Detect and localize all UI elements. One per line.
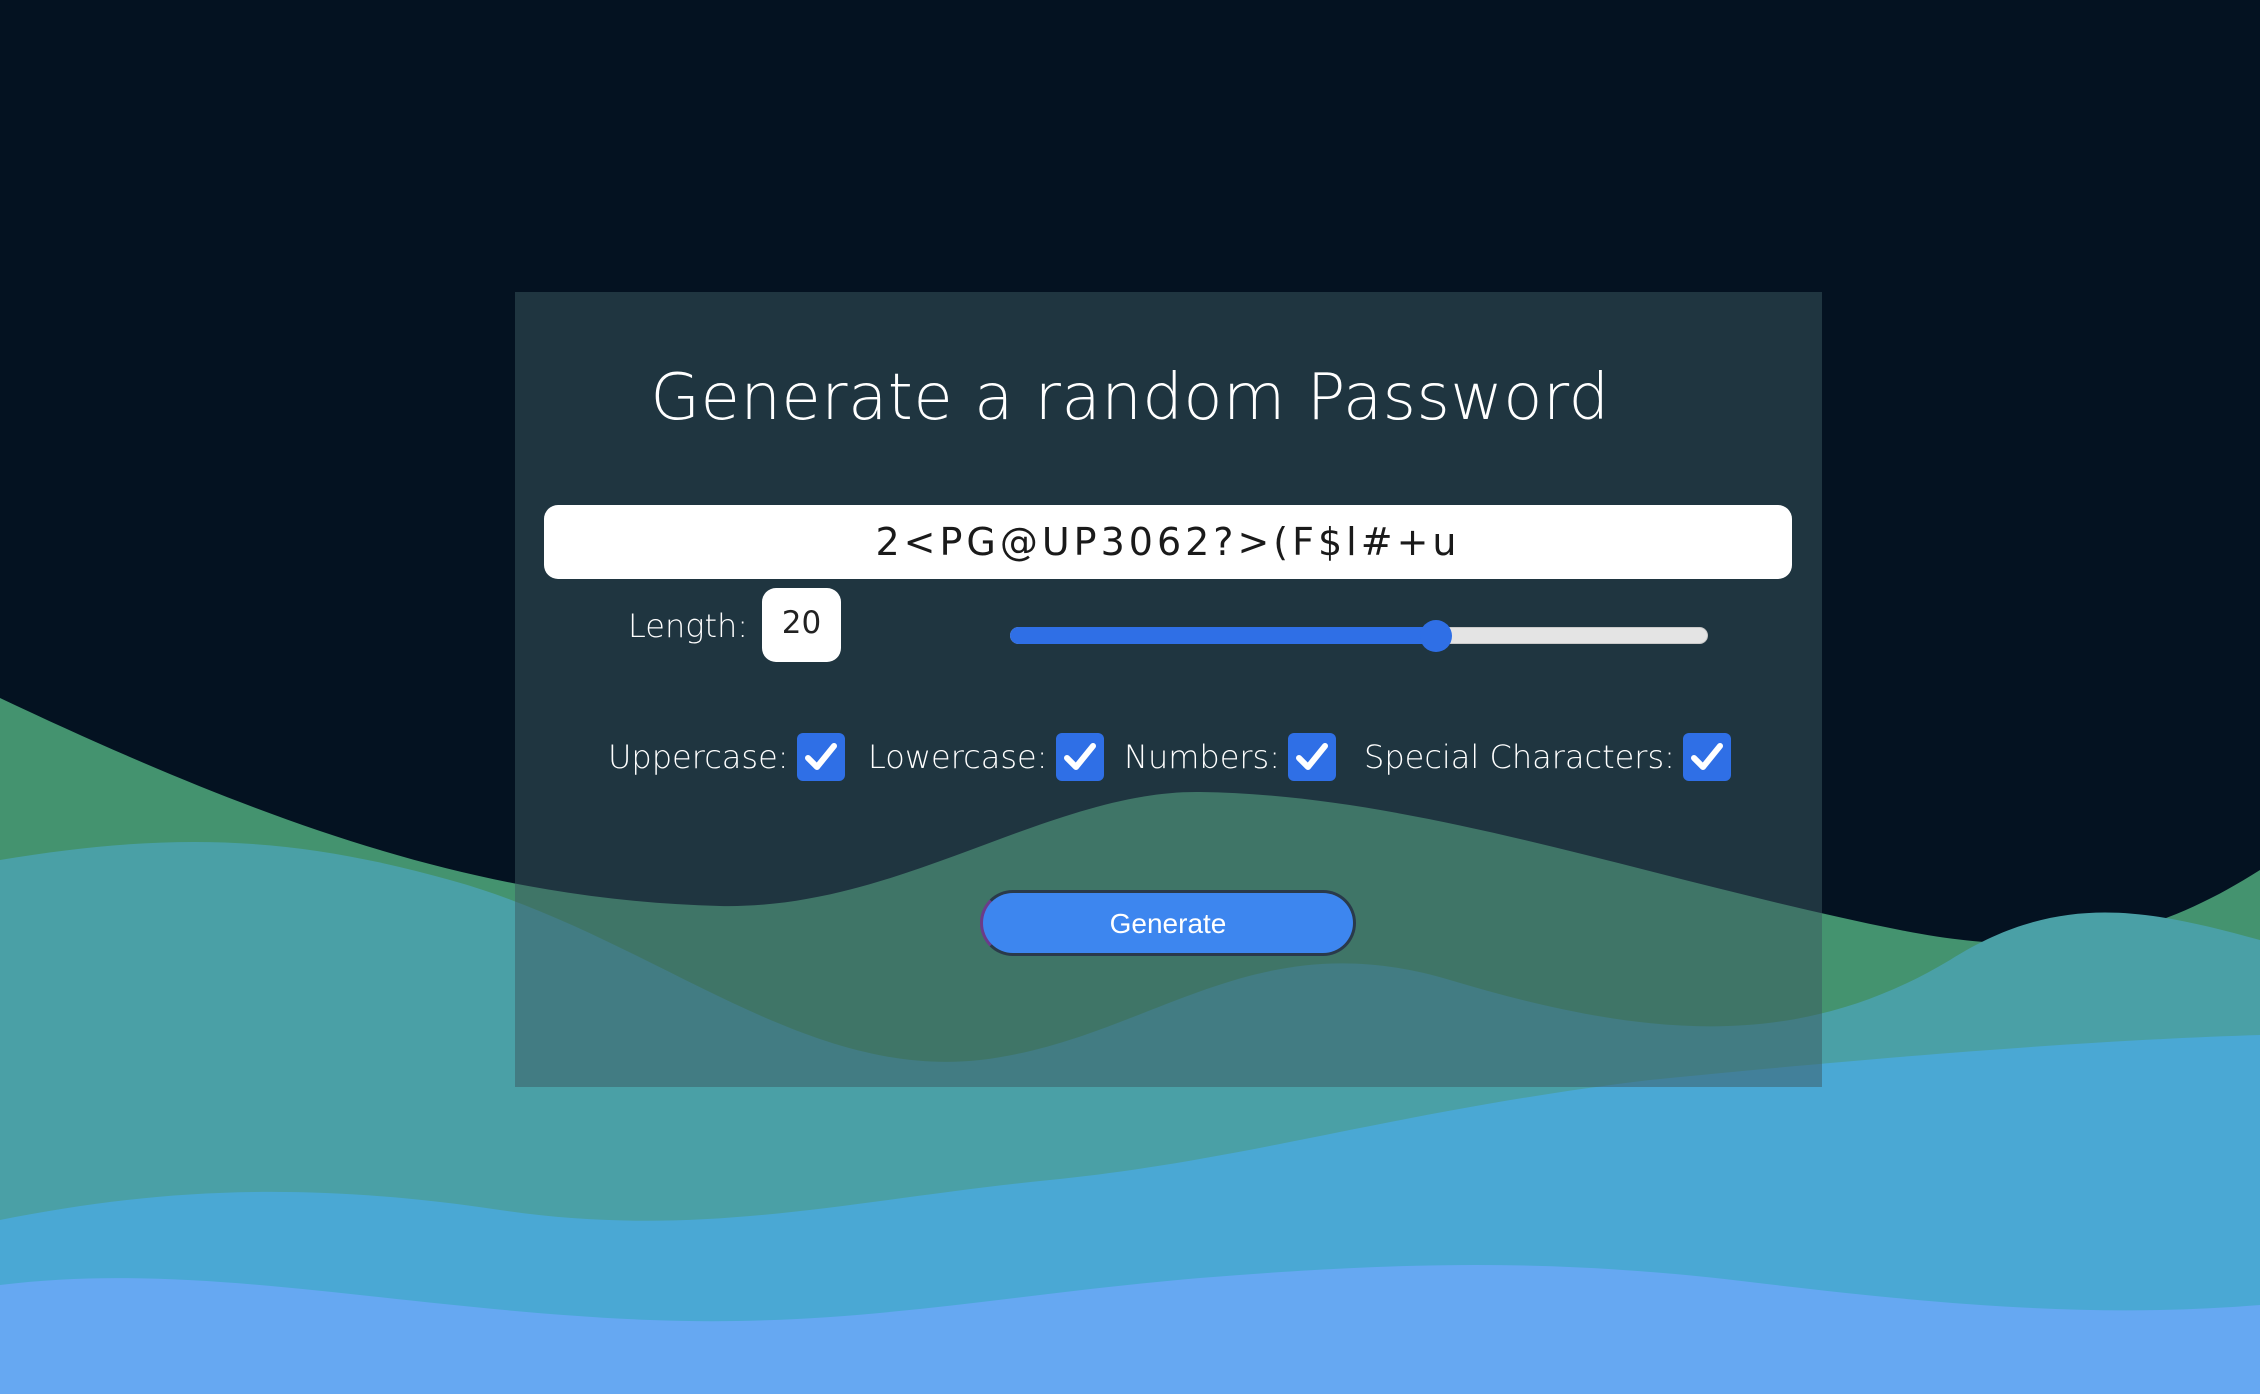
option-numbers: Numbers: — [1124, 732, 1336, 782]
uppercase-checkbox[interactable] — [796, 733, 845, 781]
checkmark-icon — [1296, 743, 1328, 770]
length-slider-fill — [1010, 627, 1436, 644]
generate-button[interactable]: Generate — [980, 890, 1356, 956]
length-input[interactable]: 20 — [762, 588, 841, 662]
option-uppercase: Uppercase: — [608, 732, 845, 782]
numbers-checkbox[interactable] — [1288, 733, 1336, 781]
lowercase-checkbox[interactable] — [1055, 733, 1104, 781]
length-slider-thumb[interactable] — [1420, 620, 1452, 652]
page-title: Generate a random Password — [650, 361, 1610, 435]
checkmark-icon — [1690, 743, 1723, 770]
lowercase-label: Lowercase: — [868, 738, 1048, 776]
special-characters-label: Special Characters: — [1364, 738, 1675, 776]
checkmark-icon — [1063, 743, 1096, 770]
password-output-field[interactable]: 2<PG@UP3062?>(F$l#+u — [544, 505, 1792, 579]
option-special-characters: Special Characters: — [1364, 732, 1731, 782]
uppercase-label: Uppercase: — [608, 738, 789, 776]
length-label: Length: — [628, 607, 749, 645]
checkmark-icon — [804, 743, 837, 770]
special-characters-checkbox[interactable] — [1682, 733, 1731, 781]
option-lowercase: Lowercase: — [868, 732, 1104, 782]
numbers-label: Numbers: — [1124, 738, 1280, 776]
